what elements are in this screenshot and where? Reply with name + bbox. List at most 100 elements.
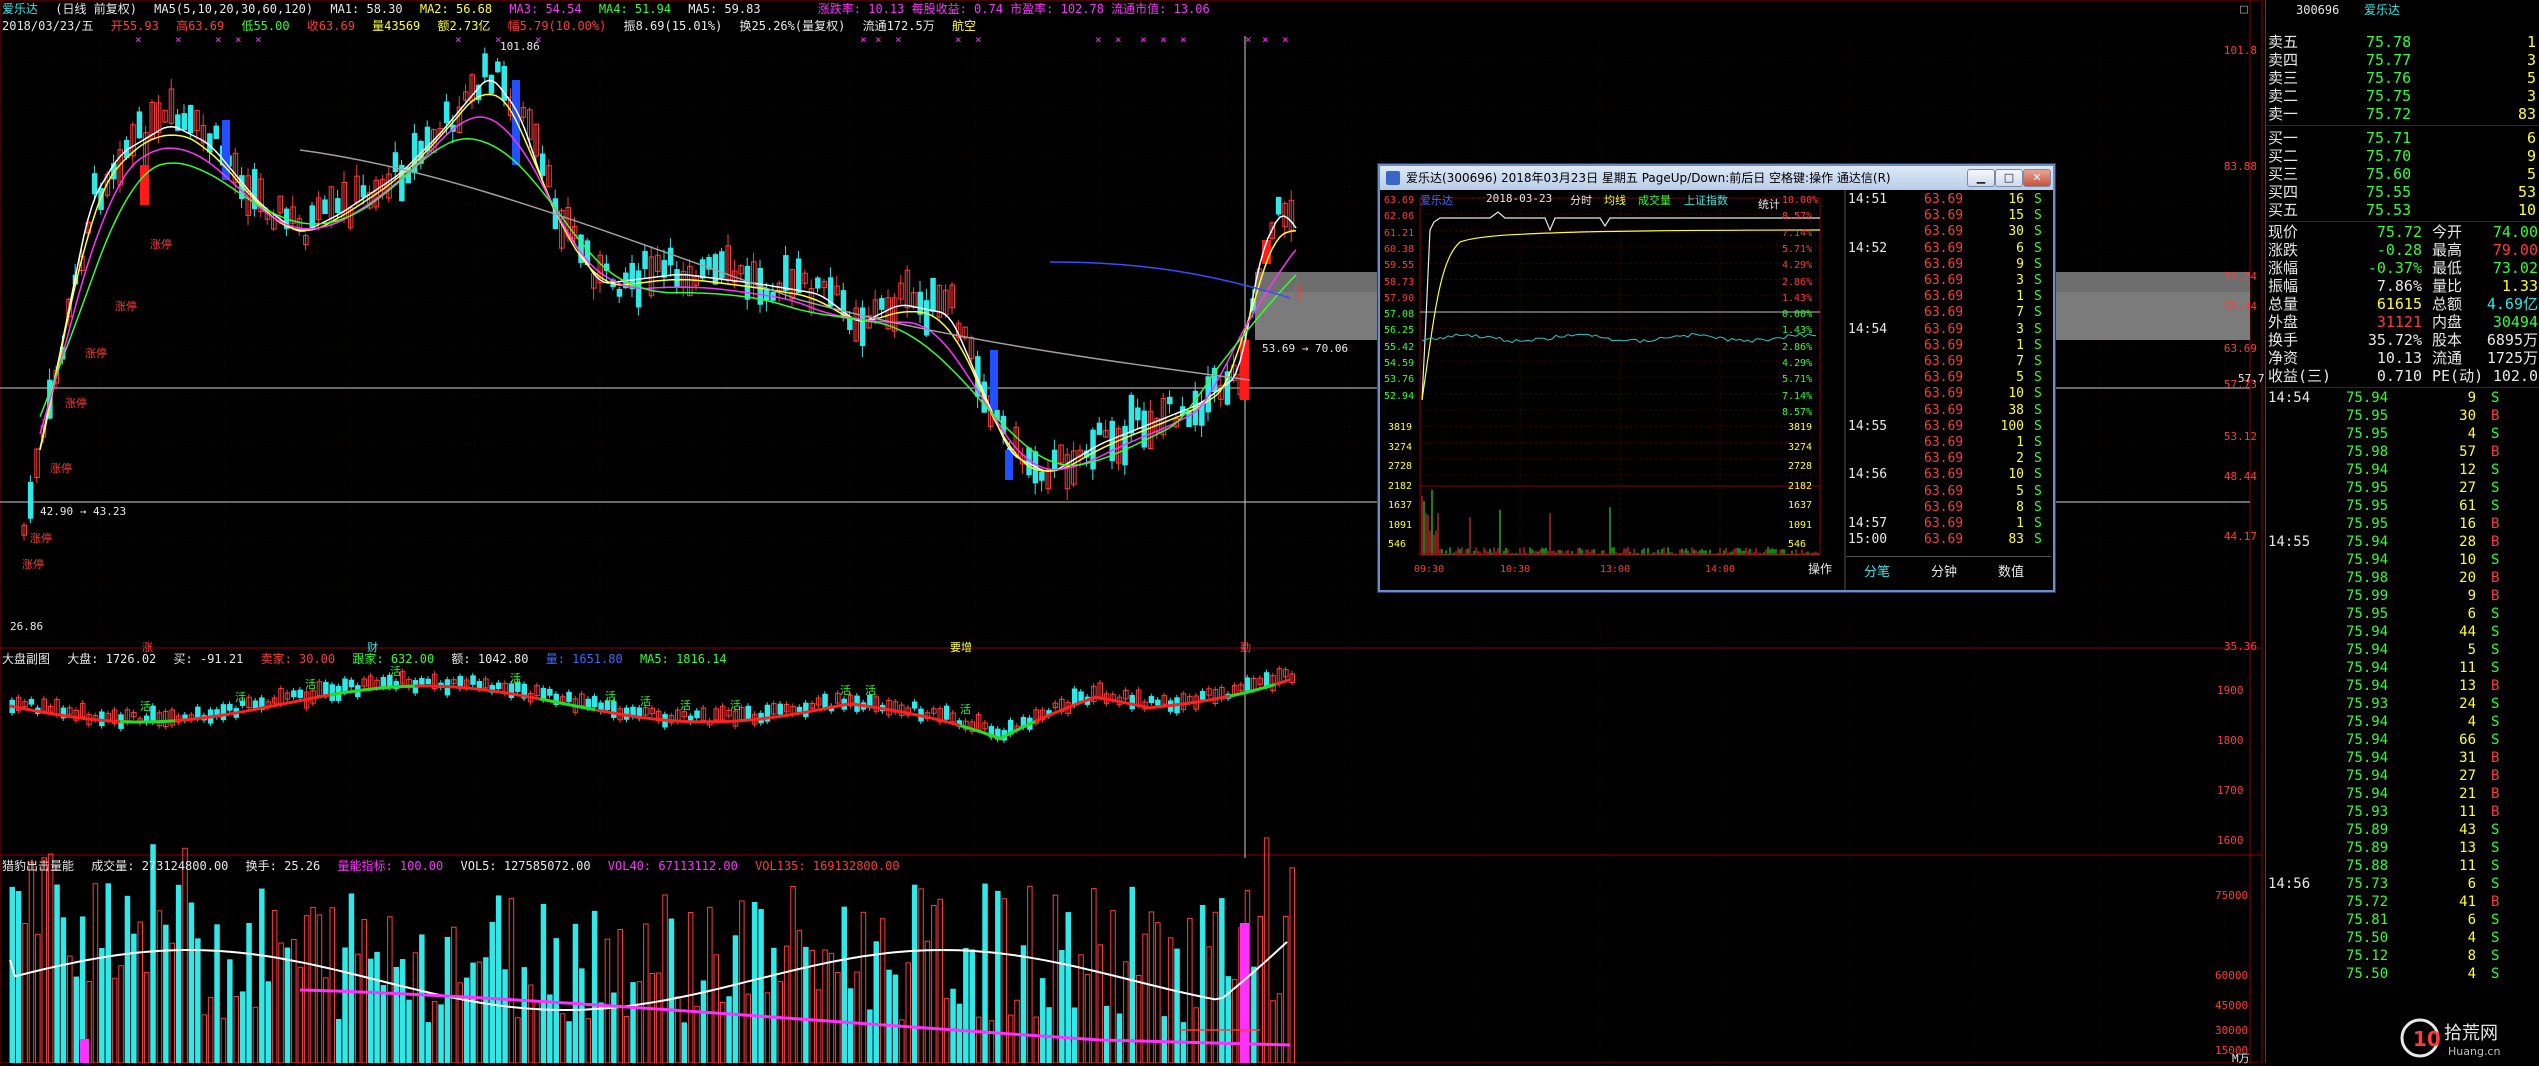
trade-price: 63.69 bbox=[1924, 451, 1964, 467]
candle-body bbox=[335, 198, 341, 214]
popup-titlebar[interactable]: 爱乐达(300696) 2018年03月23日 星期五 PageUp/Down:… bbox=[1380, 166, 2053, 190]
ask-price: 75.77 bbox=[2366, 51, 2412, 69]
event-marker-yaozeng[interactable]: 要增 bbox=[950, 639, 972, 655]
ma4-value: MA4: 51.94 bbox=[598, 2, 672, 16]
volume-bar bbox=[918, 888, 924, 1063]
trade-volume: 3 bbox=[2016, 321, 2024, 337]
tab-shuzhi[interactable]: 数值 bbox=[1998, 561, 2024, 580]
candles[interactable] bbox=[21, 47, 1301, 541]
trade-time: 15:00 bbox=[1848, 532, 1888, 548]
index-line bbox=[1421, 332, 1817, 344]
tick-direction: S bbox=[2491, 912, 2500, 928]
volume-bar bbox=[547, 994, 553, 1063]
ask-price: 75.76 bbox=[2366, 69, 2412, 87]
tick-price: 75.94 bbox=[2346, 462, 2389, 478]
tick-row: 75.94 66 S bbox=[2266, 731, 2539, 749]
candle-body bbox=[1128, 394, 1135, 434]
bid-price: 75.70 bbox=[2366, 147, 2412, 165]
trade-volume: 83 bbox=[2008, 532, 2024, 548]
dapan-candle bbox=[1129, 694, 1135, 710]
popup-pct-label: 2.86% bbox=[1782, 276, 1813, 288]
maximize-button[interactable]: □ bbox=[1995, 169, 2023, 187]
stat-value: 0.710 bbox=[2376, 367, 2422, 385]
legend-fenshi[interactable]: 分时 bbox=[1570, 192, 1592, 208]
right-line-label: 53.69 → 70.06 bbox=[1262, 342, 1349, 355]
volume-bar bbox=[1033, 1016, 1039, 1063]
popup-price-label: 52.94 bbox=[1384, 390, 1415, 402]
trade-direction: S bbox=[2034, 483, 2042, 499]
volume-bar bbox=[367, 958, 374, 1063]
tick-row: 75.50 4 S bbox=[2266, 929, 2539, 947]
popup-tab-stock[interactable]: 爱乐达 bbox=[1420, 192, 1453, 208]
bar-sector: 航空 bbox=[951, 19, 976, 33]
bid-row: 买四 75.55 53 bbox=[2266, 183, 2539, 201]
volume-bar bbox=[297, 966, 303, 1063]
tab-fenzhong[interactable]: 分钟 bbox=[1931, 561, 1957, 580]
limit-up-label: 涨停 bbox=[22, 558, 44, 571]
bar-date: 2018/03/23/五 bbox=[2, 19, 94, 33]
trade-volume: 16 bbox=[2008, 192, 2024, 207]
tick-direction: S bbox=[2491, 480, 2500, 496]
stat-label: 净资 bbox=[2268, 349, 2299, 367]
close-button[interactable]: ✕ bbox=[2023, 169, 2051, 187]
trade-row: 63.69 2 S bbox=[1846, 451, 2046, 467]
tick-volume: 5 bbox=[2467, 642, 2476, 658]
close-icon[interactable]: □ bbox=[2240, 2, 2248, 17]
minimize-button[interactable]: ▁ bbox=[1967, 169, 1995, 187]
ma-params: MA5(5,10,20,30,60,120) bbox=[154, 2, 314, 16]
mid-axis-label: 1700 bbox=[2217, 784, 2244, 797]
intraday-popup-window[interactable]: 爱乐达(300696) 2018年03月23日 星期五 PageUp/Down:… bbox=[1378, 164, 2055, 592]
popup-vol-label-right: 2182 bbox=[1788, 480, 1813, 492]
dapan-candle bbox=[803, 702, 809, 718]
stat-label: 收益(三) bbox=[2268, 367, 2332, 385]
bid-row: 买一 75.71 6 bbox=[2266, 129, 2539, 147]
mid-tag: 活 bbox=[510, 671, 521, 685]
volume-bar bbox=[982, 883, 988, 1063]
dapan-candle bbox=[822, 693, 828, 709]
dapan-candle bbox=[323, 681, 329, 697]
tab-fenbi[interactable]: 分笔 bbox=[1864, 561, 1890, 580]
bar-high: 高63.69 bbox=[176, 19, 225, 33]
tick-volume: 44 bbox=[2459, 624, 2476, 640]
popup-time-label: 09:30 bbox=[1414, 564, 1445, 575]
volume-bar bbox=[60, 917, 67, 1063]
trade-row: 63.69 1 S bbox=[1846, 338, 2046, 354]
bar-low: 低55.00 bbox=[241, 19, 290, 33]
volume-axis-label: 30000 bbox=[2215, 1024, 2249, 1037]
operate-button[interactable]: 操作 bbox=[1808, 560, 1832, 577]
candle-body bbox=[207, 133, 213, 153]
signal-star: × bbox=[235, 33, 242, 46]
trade-direction: S bbox=[2034, 386, 2042, 402]
signal-star: × bbox=[975, 33, 982, 46]
legend-index[interactable]: 上证指数 bbox=[1684, 192, 1728, 208]
tick-row: 75.93 24 S bbox=[2266, 695, 2539, 713]
tick-row: 75.99 9 B bbox=[2266, 587, 2539, 605]
ask-row: 卖一 75.72 83 bbox=[2266, 105, 2539, 123]
stat-label: 换手 bbox=[2268, 331, 2299, 349]
volume-bar bbox=[956, 1003, 963, 1063]
volume-bar bbox=[937, 898, 943, 1063]
trade-direction: S bbox=[2034, 435, 2042, 450]
stat-button[interactable]: 统计 bbox=[1758, 196, 1780, 212]
trade-time: 14:55 bbox=[1848, 418, 1888, 434]
trade-ticks-list[interactable]: 14:51 63.69 16 S 63.69 15 S 63.69 30 S 14:52 63.69 6… bbox=[1846, 192, 2051, 552]
price-axis-label: 44.17 bbox=[2223, 530, 2257, 543]
dapan-candle bbox=[342, 678, 348, 693]
tick-row: 75.94 21 B bbox=[2266, 785, 2539, 803]
legend-junxian[interactable]: 均线 bbox=[1604, 192, 1626, 208]
vol-name: 猎豹出击量能 bbox=[2, 859, 75, 873]
tick-row: 75.95 30 B bbox=[2266, 407, 2539, 425]
dapan-subchart[interactable] bbox=[9, 665, 1295, 744]
finance-extra: 涨跌率: 10.13 每股收益: 0.74 市盈率: 102.78 流通市值: … bbox=[817, 2, 1210, 16]
volume-bar bbox=[604, 938, 611, 1063]
mid-tag: 活 bbox=[305, 677, 316, 691]
volume-bar bbox=[508, 898, 515, 1063]
event-marker-qin[interactable]: 勤 bbox=[1240, 639, 1251, 655]
popup-pct-label: 8.57% bbox=[1782, 211, 1813, 223]
tick-time: 14:56 bbox=[2268, 876, 2311, 892]
volume-bar bbox=[470, 962, 476, 1063]
bar-close: 收63.69 bbox=[306, 19, 355, 33]
legend-volume[interactable]: 成交量 bbox=[1638, 192, 1671, 208]
volume-bar bbox=[431, 1001, 438, 1063]
volume-bar bbox=[988, 1020, 995, 1063]
